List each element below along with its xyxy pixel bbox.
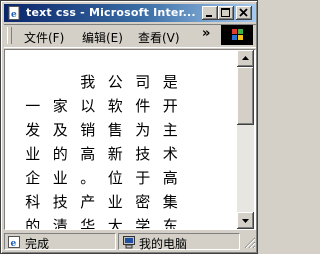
- svg-text:e: e: [11, 239, 17, 249]
- text-char: 业: [25, 145, 41, 163]
- text-char: 学: [135, 217, 151, 230]
- text-char: 企: [25, 169, 41, 187]
- page-content: 我 公 司 是 一 家 以 软 件 开 发 及 销 售 为 主 业 的 高 新 …: [4, 49, 256, 230]
- text-char: 我: [80, 73, 96, 91]
- svg-text:e: e: [11, 10, 17, 20]
- text-char: 术: [162, 145, 178, 163]
- menu-edit[interactable]: 编辑(E): [82, 29, 123, 46]
- text-char: [47, 70, 75, 94]
- text-char: 的: [25, 217, 41, 230]
- text-char: 位: [107, 169, 123, 187]
- close-button[interactable]: [236, 6, 252, 20]
- text-char: 技: [52, 193, 68, 211]
- text-char: 软: [107, 97, 123, 115]
- text-char: 发: [25, 121, 41, 139]
- text-char: 售: [107, 121, 123, 139]
- arrow-down-icon: [242, 219, 249, 223]
- text-char: 华: [80, 217, 96, 230]
- minimize-button[interactable]: [202, 6, 218, 20]
- text-char: 主: [162, 121, 178, 139]
- close-icon: [239, 8, 248, 17]
- text-char: 新: [107, 145, 123, 163]
- text-char: 业: [107, 193, 123, 211]
- arrow-up-icon: [242, 56, 249, 60]
- text-char: 的: [52, 145, 68, 163]
- text-char: 司: [135, 73, 151, 91]
- text-char: 开: [162, 97, 178, 115]
- ie-document-icon: e: [8, 6, 20, 20]
- text-char: 公: [107, 73, 123, 91]
- menu-file[interactable]: 文件(F): [24, 29, 64, 46]
- text-char: 及: [52, 121, 68, 139]
- windows-logo: [221, 25, 253, 45]
- vertical-scrollbar[interactable]: [237, 50, 254, 229]
- status-panel-zone: 我的电脑: [118, 233, 240, 251]
- window-title: text css - Microsoft Inter...: [26, 6, 196, 19]
- text-char: 。: [80, 169, 96, 187]
- text-char: 集: [162, 193, 178, 211]
- text-char: 是: [162, 73, 178, 91]
- status-text: 完成: [25, 237, 50, 251]
- status-bar: e 完成 我的电脑: [4, 232, 256, 251]
- text-char: 清: [52, 217, 68, 230]
- text-char: 一: [25, 97, 41, 115]
- text-char: 高: [162, 169, 178, 187]
- toolbar-grip[interactable]: [7, 27, 12, 44]
- text-char: 件: [135, 97, 151, 115]
- text-char: 产: [80, 193, 96, 211]
- text-char: 业: [52, 169, 68, 187]
- windows-flag-icon: [232, 29, 243, 40]
- text-char: 于: [135, 169, 151, 187]
- maximize-button[interactable]: [218, 6, 234, 20]
- menu-overflow-chevron[interactable]: »: [202, 26, 210, 41]
- text-char: 为: [135, 121, 151, 139]
- page-done-icon: e: [8, 236, 20, 249]
- scroll-thumb[interactable]: [237, 67, 254, 125]
- title-bar[interactable]: e text css - Microsoft Inter...: [4, 4, 256, 22]
- resize-grip-icon[interactable]: [242, 234, 256, 250]
- text-char: 高: [80, 145, 96, 163]
- minimize-icon: [206, 15, 212, 17]
- browser-window: e text css - Microsoft Inter... 文件(F) 编辑…: [0, 0, 258, 254]
- text-char: 科: [25, 193, 41, 211]
- my-computer-icon: [123, 236, 135, 249]
- status-panel-main: e 完成: [4, 233, 116, 251]
- text-char: [19, 70, 47, 94]
- text-char: 以: [80, 97, 96, 115]
- menu-view[interactable]: 查看(V): [138, 29, 180, 46]
- scroll-down-button[interactable]: [237, 212, 254, 229]
- text-char: 技: [135, 145, 151, 163]
- text-char: 密: [135, 193, 151, 211]
- text-char: 销: [80, 121, 96, 139]
- text-char: 东: [162, 217, 178, 230]
- scroll-up-button[interactable]: [237, 50, 254, 67]
- text-char: 家: [52, 97, 68, 115]
- menu-bar: 文件(F) 编辑(E) 查看(V) »: [4, 24, 256, 48]
- vertical-text-grid: 我 公 司 是 一 家 以 软 件 开 发 及 销 售 为 主 业 的 高 新 …: [19, 70, 184, 230]
- text-char: 大: [107, 217, 123, 230]
- zone-text: 我的电脑: [139, 237, 188, 251]
- maximize-icon: [221, 8, 230, 17]
